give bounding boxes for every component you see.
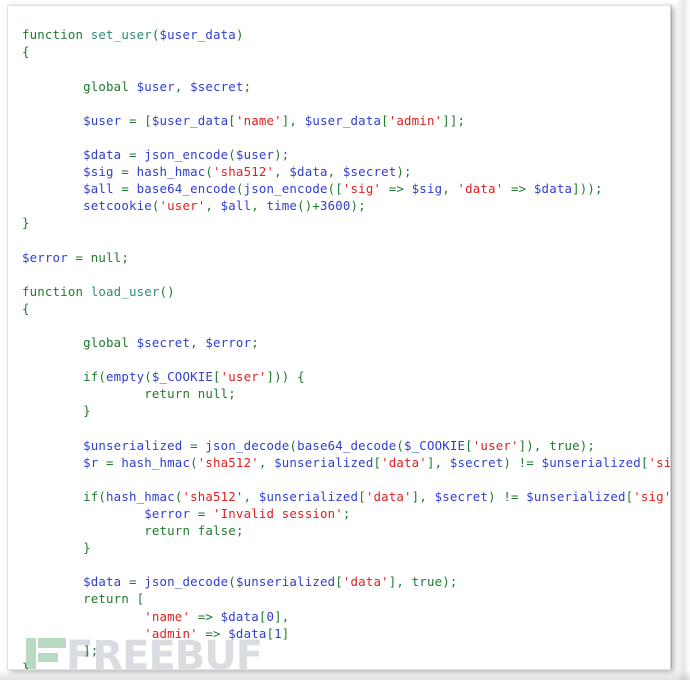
code-line: function load_user() <box>22 283 175 299</box>
code-line: $unserialized = json_decode(base64_decod… <box>83 437 596 453</box>
code-line: $r = hash_hmac('sha512', $unserialized['… <box>83 454 671 470</box>
code-line: setcookie('user', $all, time()+3600); <box>83 198 366 214</box>
code-line: return null; <box>144 386 236 402</box>
code-line: global $secret, $error; <box>83 335 259 351</box>
bottom-edge-shadow <box>0 670 690 680</box>
code-line: if(empty($_COOKIE['user'])) { <box>83 369 305 385</box>
code-line: if(hash_hmac('sha512', $unserialized['da… <box>83 488 671 504</box>
code-card: FREEBUF function set_user($user_data){ g… <box>7 5 671 670</box>
code-line: } <box>22 215 30 231</box>
code-line: 'name' => $data[0], <box>144 608 290 624</box>
code-line: return false; <box>144 523 244 539</box>
code-line: function set_user($user_data) <box>22 27 244 43</box>
code-line: { <box>22 300 30 316</box>
code-line: $sig = hash_hmac('sha512', $data, $secre… <box>83 164 412 180</box>
code-line: global $user, $secret; <box>83 78 252 94</box>
code-line: } <box>22 659 30 670</box>
code-line: { <box>22 44 30 60</box>
code-line: return [ <box>83 591 145 607</box>
code-line: $data = json_decode($unserialized['data'… <box>83 574 458 590</box>
code-line: 'admin' => $data[1] <box>144 625 290 641</box>
code-line: $error = null; <box>22 249 129 265</box>
php-code-block[interactable]: function set_user($user_data){ global $u… <box>8 18 671 670</box>
right-edge-shadow <box>676 0 690 680</box>
code-line: ]; <box>83 642 99 658</box>
code-line: } <box>83 540 91 556</box>
code-line: $error = 'Invalid session'; <box>144 506 351 522</box>
code-line: } <box>83 403 91 419</box>
code-line: $all = base64_encode(json_encode(['sig' … <box>83 181 603 197</box>
code-line: $user = [$user_data['name'], $user_data[… <box>83 112 466 128</box>
code-line: $data = json_encode($user); <box>83 147 290 163</box>
